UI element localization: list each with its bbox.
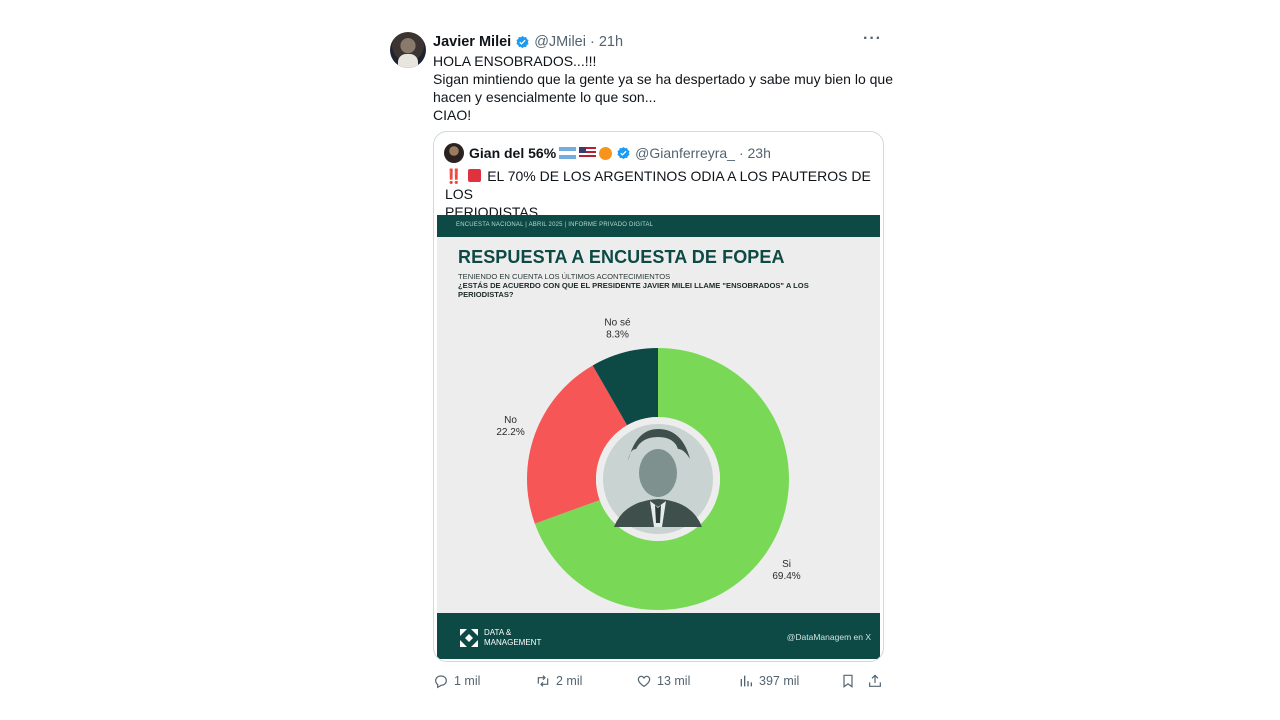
retweet-count: 2 mil: [556, 674, 583, 688]
donut-chart: Si69.4% No22.2% No sé8.3%: [496, 317, 801, 610]
slice-category-label: No: [504, 415, 517, 426]
reply-icon: [435, 675, 447, 689]
orange-icon: [599, 146, 613, 160]
slice-category-label: Si: [782, 559, 791, 570]
logo-line: DATA &: [484, 628, 512, 637]
like-button[interactable]: 13 mil: [636, 671, 690, 691]
verified-badge-icon: [617, 146, 630, 159]
data-management-logo-text: DATA & MANAGEMENT: [484, 628, 541, 648]
tweet-actions: 1 mil 2 mil 13 mil 397 mil: [433, 671, 889, 691]
quote-text-line: EL 70% DE LOS ARGENTINOS ODIA A LOS PAUT…: [445, 168, 871, 202]
usa-flag-icon: [579, 147, 597, 159]
tweet-text: HOLA ENSOBRADOS...!!! Sigan mintiendo qu…: [433, 52, 893, 124]
author-avatar[interactable]: [390, 32, 426, 68]
quote-time[interactable]: · 23h: [739, 145, 771, 161]
quote-header: Gian del 56% @Gianferreyra_ · 23h: [444, 143, 771, 163]
views-icon: [740, 675, 752, 687]
tweet-header: Javier Milei @JMilei · 21h: [433, 32, 890, 52]
slice-value-label: 22.2%: [496, 427, 524, 438]
tweet-line: CIAO!: [433, 107, 472, 123]
bookmark-button[interactable]: [840, 671, 861, 691]
quote-text: ‼️ EL 70% DE LOS ARGENTINOS ODIA A LOS P…: [445, 167, 875, 221]
infographic-footer: DATA & MANAGEMENT @DataManagem en X: [437, 613, 880, 659]
argentina-flag-icon: [559, 147, 577, 159]
views-count: 397 mil: [759, 674, 800, 688]
tweet-line: Sigan mintiendo que la gente ya se ha de…: [433, 71, 893, 87]
reply-count: 1 mil: [454, 674, 481, 688]
reply-button[interactable]: 1 mil: [433, 671, 480, 691]
bookmark-icon: [843, 674, 853, 688]
data-management-logo-icon: [460, 629, 478, 647]
infographic-handle: @DataManagem en X: [786, 632, 871, 642]
quoted-tweet[interactable]: Gian del 56% @Gianferreyra_ · 23h ‼️ EL …: [433, 131, 884, 662]
share-button[interactable]: [867, 671, 888, 691]
siren-icon: [468, 169, 482, 182]
views-button[interactable]: 397 mil: [738, 671, 799, 691]
logo-line: MANAGEMENT: [484, 638, 542, 647]
quote-author-handle[interactable]: @Gianferreyra_: [635, 145, 735, 161]
share-icon: [869, 674, 881, 687]
author-handle[interactable]: @JMilei: [534, 34, 586, 50]
retweet-button[interactable]: 2 mil: [535, 671, 582, 691]
slice-value-label: 69.4%: [772, 571, 800, 582]
double-exclamation-icon: ‼️: [445, 168, 463, 184]
survey-infographic-image[interactable]: ENCUESTA NACIONAL | ABRIL 2025 | INFORME…: [437, 215, 880, 659]
tweet-line: HOLA ENSOBRADOS...!!!: [433, 53, 597, 69]
like-icon: [637, 675, 651, 688]
tweet[interactable]: Javier Milei @JMilei · 21h ··· HOLA ENSO…: [388, 26, 893, 698]
slice-value-label: 8.3%: [606, 329, 629, 340]
like-count: 13 mil: [657, 674, 691, 688]
verified-badge-icon: [516, 35, 529, 48]
slice-category-label: No sé: [604, 317, 631, 328]
tweet-time[interactable]: · 21h: [590, 34, 623, 50]
retweet-icon: [537, 675, 549, 687]
quote-author-name[interactable]: Gian del 56%: [469, 145, 556, 161]
author-name[interactable]: Javier Milei: [433, 34, 511, 50]
more-icon[interactable]: ···: [863, 30, 882, 48]
tweet-line: hacen y esencialmente lo que son...: [433, 89, 657, 105]
quote-author-avatar[interactable]: [444, 143, 464, 163]
